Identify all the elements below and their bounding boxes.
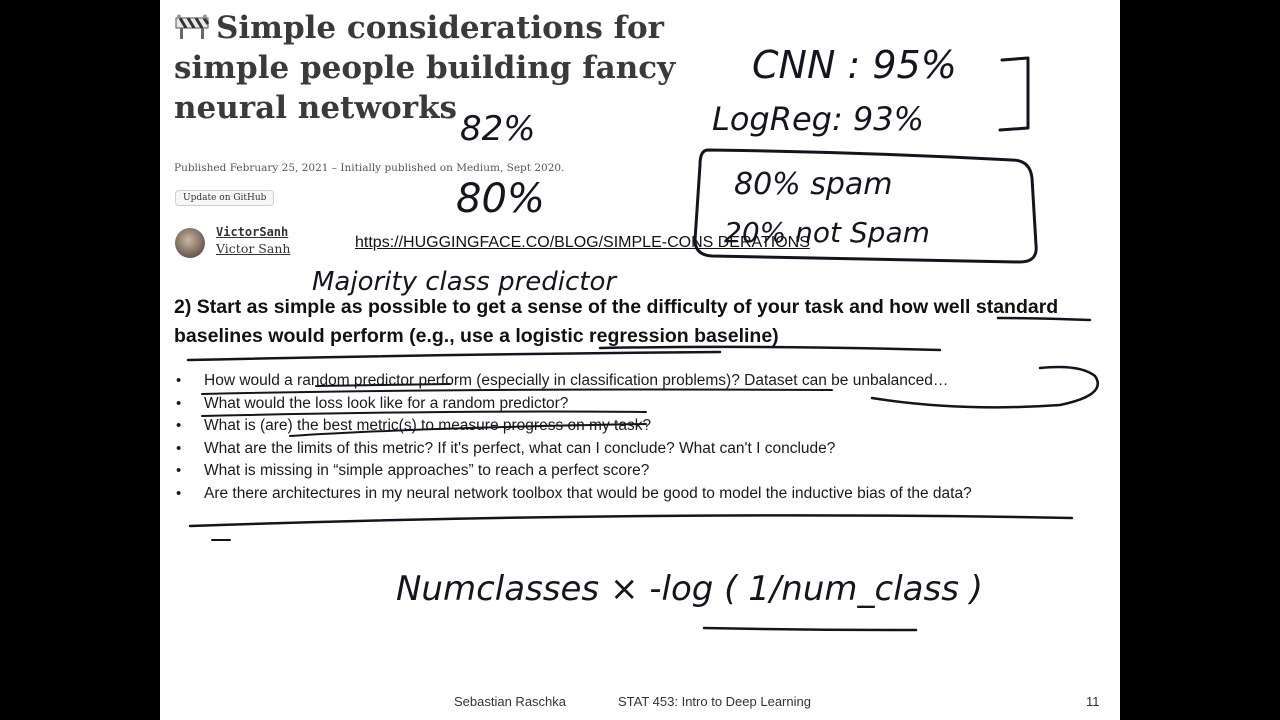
- footer-course: STAT 453: Intro to Deep Learning: [618, 694, 811, 709]
- author-handle-link[interactable]: VictorSanh: [216, 225, 288, 239]
- bullet-item-random-predictor: How would a random predictor perform (es…: [174, 370, 1094, 393]
- blog-url-link[interactable]: https://HUGGINGFACE.CO/BLOG/SIMPLE-CONS …: [355, 234, 810, 252]
- avatar: [175, 228, 205, 258]
- slide-heading: 2) Start as simple as possible to get a …: [174, 296, 1059, 347]
- ink-bracket: [998, 56, 1030, 132]
- update-on-github-button[interactable]: Update on GitHub: [175, 190, 275, 206]
- annotation-80: 80%: [456, 176, 545, 222]
- author-name-link[interactable]: Victor Sanh: [216, 241, 290, 256]
- bullet-item-missing: What is missing in “simple approaches” t…: [174, 460, 1094, 483]
- annotation-spam: 80% spam: [734, 167, 893, 202]
- bullet-list: How would a random predictor perform (es…: [174, 370, 1094, 505]
- annotation-formula: Numclasses × -log ( 1/num_class ): [396, 569, 983, 609]
- annotation-logreg: LogReg: 93%: [712, 100, 924, 138]
- slide: Simple considerations for simple people …: [160, 0, 1120, 720]
- footer-author: Sebastian Raschka: [454, 694, 567, 709]
- ink-underline-heading-2: [186, 350, 722, 362]
- bullet-item-metric: What is (are) the best metric(s) to meas…: [174, 415, 1094, 438]
- annotation-cnn: CNN : 95%: [752, 43, 957, 87]
- blog-title: Simple considerations for simple people …: [174, 8, 734, 128]
- blog-title-text: Simple considerations for simple people …: [174, 10, 676, 126]
- published-date: Published February 25, 2021 – Initially …: [174, 162, 565, 174]
- bullet-item-limits: What are the limits of this metric? If i…: [174, 438, 1094, 461]
- ink-underline-bullet-6: [188, 514, 1074, 528]
- bullet-item-architectures: Are there architectures in my neural net…: [174, 483, 1094, 506]
- ink-underline-formula: [702, 626, 918, 632]
- bullet-item-loss: What would the loss look like for a rand…: [174, 393, 1094, 416]
- construction-barrier-icon: [175, 14, 210, 39]
- page-number: 11: [1086, 694, 1100, 709]
